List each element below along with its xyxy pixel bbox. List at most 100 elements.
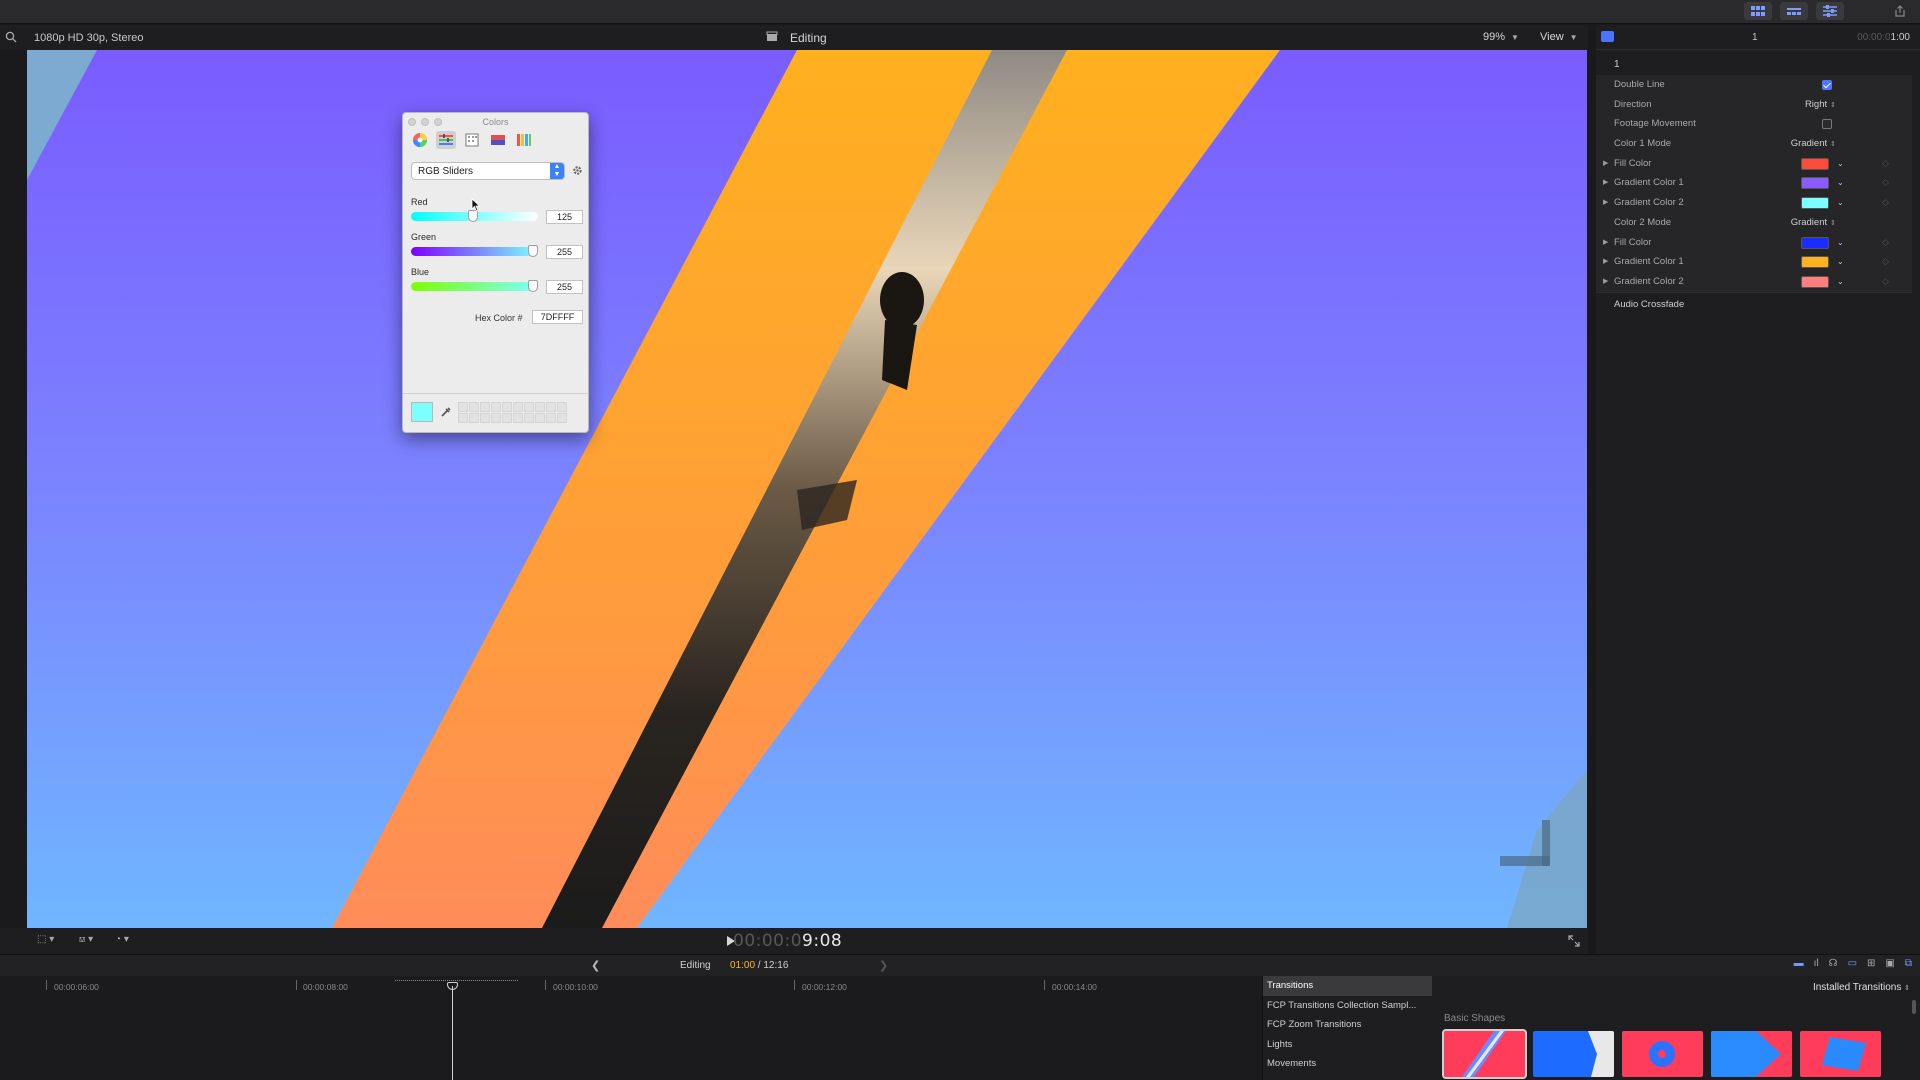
blue-value-field[interactable]: 255 — [546, 280, 583, 294]
disclosure-triangle-icon[interactable]: ▶ — [1603, 233, 1608, 253]
keyframe-icon[interactable]: ◇ — [1882, 272, 1889, 292]
forward-icon[interactable]: ❯ — [879, 959, 888, 972]
chevron-down-icon[interactable]: ⌄ — [1837, 272, 1844, 292]
blue-slider[interactable] — [411, 282, 538, 291]
color-well[interactable] — [1801, 177, 1829, 190]
close-button[interactable] — [408, 118, 416, 126]
layout-icon[interactable]: ▣ — [1885, 958, 1894, 969]
chevron-down-icon[interactable]: ⌄ — [1837, 154, 1844, 174]
headphones-icon[interactable]: ☊ — [1829, 958, 1838, 969]
green-slider-knob[interactable] — [528, 245, 538, 257]
timeline-toggle-button[interactable] — [1780, 2, 1808, 20]
parameter-popup[interactable]: Gradient ⇕ — [1791, 213, 1836, 234]
skimming-icon[interactable]: ⊞ — [1867, 958, 1875, 969]
red-value-field[interactable]: 125 — [546, 210, 583, 224]
ruler-tick — [46, 980, 47, 990]
parameter-row[interactable]: Color 2 Mode Gradient ⇕ — [1596, 213, 1912, 233]
parameter-popup[interactable]: Gradient ⇕ — [1791, 134, 1836, 155]
color-well[interactable] — [1801, 256, 1829, 269]
hex-color-field[interactable]: 7DFFFF — [532, 310, 583, 324]
parameter-row[interactable]: ▶ Gradient Color 2 ⌄ ◇ — [1596, 272, 1912, 292]
timecode-display[interactable]: 00:00:09:08 — [733, 931, 842, 951]
transition-thumb[interactable] — [1622, 1031, 1703, 1077]
browser-item-fcp-zoom[interactable]: FCP Zoom Transitions — [1263, 1015, 1432, 1035]
color-sliders-tab[interactable] — [436, 131, 456, 149]
disclosure-triangle-icon[interactable]: ▶ — [1603, 154, 1608, 174]
color-well[interactable] — [1801, 157, 1829, 170]
green-slider[interactable] — [411, 247, 538, 256]
browser-toggle-button[interactable] — [1744, 2, 1772, 20]
keyframe-icon[interactable]: ◇ — [1882, 193, 1889, 213]
scrollbar[interactable] — [1912, 1000, 1916, 1014]
color-well[interactable] — [1801, 197, 1829, 210]
eyedropper-icon[interactable] — [440, 406, 452, 418]
zoom-menu[interactable]: 99% ▼ — [1483, 31, 1519, 43]
current-color-swatch[interactable] — [411, 402, 433, 422]
effects-browser-icon[interactable]: ⧉ — [1905, 958, 1912, 969]
parameter-row[interactable]: ▶ Gradient Color 1 ⌄ ◇ — [1596, 252, 1912, 272]
color-well[interactable] — [1801, 236, 1829, 249]
keyframe-icon[interactable]: ◇ — [1882, 154, 1889, 174]
parameter-row[interactable]: ▶ Gradient Color 2 ⌄ ◇ — [1596, 193, 1912, 213]
transition-thumb[interactable] — [1711, 1031, 1792, 1077]
parameter-row[interactable]: Footage Movement — [1596, 114, 1912, 134]
green-value-field[interactable]: 255 — [546, 245, 583, 259]
snapping-icon[interactable]: ▭ — [1848, 958, 1857, 969]
zoom-button[interactable] — [434, 118, 442, 126]
back-icon[interactable]: ❮ — [591, 959, 600, 972]
chevron-down-icon[interactable]: ⌄ — [1837, 193, 1844, 213]
color-well[interactable] — [1801, 275, 1829, 288]
transition-thumb[interactable] — [1442, 1029, 1527, 1079]
disclosure-triangle-icon[interactable]: ▶ — [1603, 193, 1608, 213]
share-button[interactable] — [1886, 2, 1914, 20]
disclosure-triangle-icon[interactable]: ▶ — [1603, 252, 1608, 272]
parameter-popup[interactable]: Right ⇕ — [1805, 95, 1836, 116]
clip-appearance-icon[interactable]: ▬ — [1794, 958, 1804, 969]
transition-thumb[interactable] — [1533, 1031, 1614, 1077]
transform-menu[interactable]: ⬚ ▾ — [37, 934, 54, 945]
fullscreen-icon[interactable] — [1568, 935, 1580, 947]
parameter-row[interactable]: Direction Right ⇕ — [1596, 95, 1912, 115]
viewer-canvas[interactable] — [27, 50, 1587, 928]
saved-swatches[interactable] — [458, 402, 567, 423]
parameter-row[interactable]: ▶ Gradient Color 1 ⌄ ◇ — [1596, 173, 1912, 193]
browser-item-lights[interactable]: Lights — [1263, 1035, 1432, 1055]
retime-menu[interactable]: ◔ ▾ — [115, 934, 129, 945]
thumbnail-image — [1622, 1031, 1703, 1077]
color-wheel-tab[interactable] — [410, 131, 430, 149]
installed-transitions-menu[interactable]: Installed Transitions ⇕ — [1813, 982, 1910, 993]
keyframe-icon[interactable]: ◇ — [1882, 252, 1889, 272]
transition-thumb[interactable] — [1800, 1031, 1881, 1077]
disclosure-triangle-icon[interactable]: ▶ — [1603, 173, 1608, 193]
playhead[interactable] — [452, 986, 453, 1080]
view-menu[interactable]: View ▼ — [1540, 31, 1578, 43]
color-palettes-tab[interactable] — [462, 131, 482, 149]
browser-item-movements[interactable]: Movements — [1263, 1054, 1432, 1074]
browser-item-transitions[interactable]: Transitions — [1263, 976, 1432, 996]
disclosure-triangle-icon[interactable]: ▶ — [1603, 272, 1608, 292]
parameter-checkbox[interactable] — [1822, 80, 1832, 90]
parameter-row[interactable]: ▶ Fill Color ⌄ ◇ — [1596, 154, 1912, 174]
keyframe-icon[interactable]: ◇ — [1882, 173, 1889, 193]
gear-icon[interactable] — [572, 165, 583, 176]
chevron-down-icon[interactable]: ⌄ — [1837, 173, 1844, 193]
parameter-row[interactable]: Double Line — [1596, 75, 1912, 95]
parameter-row[interactable]: ▶ Fill Color ⌄ ◇ — [1596, 233, 1912, 253]
slider-type-select[interactable]: RGB Sliders ▲ ▼ — [411, 162, 565, 180]
timeline[interactable]: 00:00:06:00 00:00:08:00 00:00:10:00 00:0… — [0, 976, 1262, 1080]
parameter-checkbox[interactable] — [1822, 119, 1832, 130]
chevron-down-icon[interactable]: ⌄ — [1837, 252, 1844, 272]
audio-waveform-icon[interactable]: ıl — [1814, 958, 1819, 969]
audio-crossfade-row[interactable]: Audio Crossfade — [1596, 291, 1912, 316]
blue-slider-knob[interactable] — [528, 280, 538, 292]
browser-item-fcp-transitions[interactable]: FCP Transitions Collection Sampl... — [1263, 996, 1432, 1016]
crop-menu[interactable]: ⟏ ▾ — [79, 934, 93, 945]
parameter-row[interactable]: Color 1 Mode Gradient ⇕ — [1596, 134, 1912, 154]
search-icon[interactable] — [5, 31, 17, 43]
image-palettes-tab[interactable] — [488, 131, 508, 149]
inspector-toggle-button[interactable] — [1816, 2, 1844, 20]
chevron-down-icon[interactable]: ⌄ — [1837, 233, 1844, 253]
minimize-button[interactable] — [421, 118, 429, 126]
keyframe-icon[interactable]: ◇ — [1882, 233, 1889, 253]
pencils-tab[interactable] — [514, 131, 534, 149]
